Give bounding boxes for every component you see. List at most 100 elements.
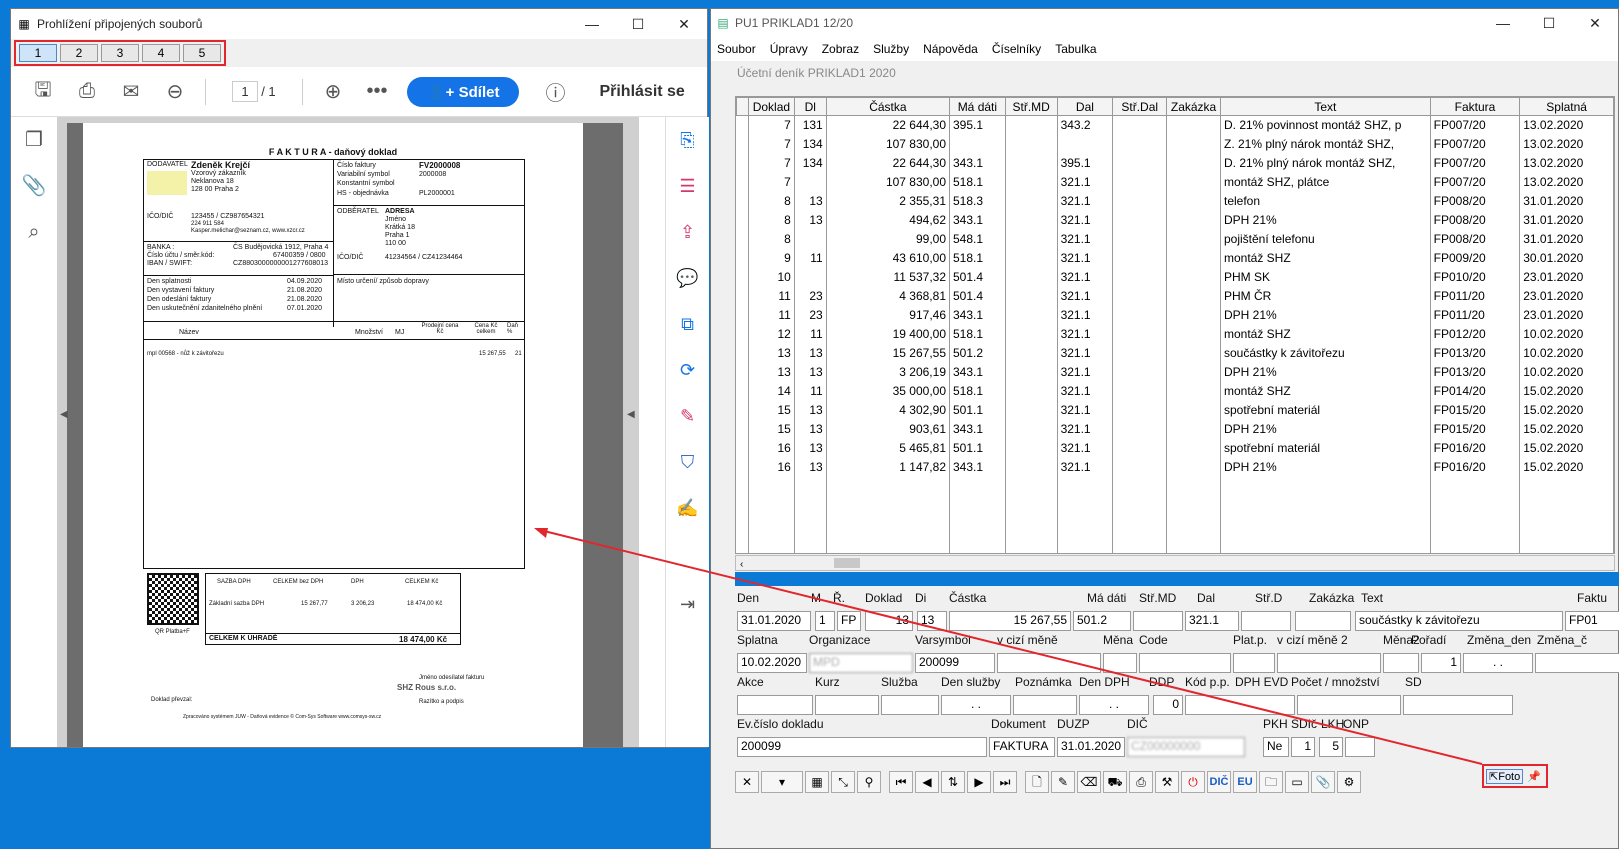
- field-splatna[interactable]: 10.02.2020: [737, 653, 807, 673]
- row-selector[interactable]: [736, 229, 749, 249]
- close-button[interactable]: ✕: [661, 16, 707, 33]
- col-header[interactable]: Faktura: [1429, 97, 1521, 116]
- table-row[interactable]: 8 13 494,62 343.1 321.1 DPH 21% FP008/20 31.01.…: [736, 210, 1614, 230]
- field-ddp[interactable]: 0: [1153, 695, 1183, 715]
- comment-icon[interactable]: 💬: [666, 255, 709, 301]
- settings-icon[interactable]: ⚙: [1337, 771, 1361, 793]
- field-onp[interactable]: [1345, 737, 1375, 757]
- row-selector[interactable]: [736, 172, 749, 192]
- foto-button[interactable]: ⇱Foto: [1486, 768, 1524, 784]
- resize-icon[interactable]: ⤡: [831, 771, 855, 793]
- field-doklad[interactable]: 13: [865, 611, 913, 631]
- scroll-left-icon[interactable]: ‹: [736, 559, 743, 570]
- field-mena2[interactable]: [1383, 653, 1419, 673]
- field-text[interactable]: součástky k závitořezu: [1355, 611, 1563, 631]
- field-poradi[interactable]: 1: [1421, 653, 1461, 673]
- field-m[interactable]: 1: [815, 611, 835, 631]
- note-icon[interactable]: ▭: [1285, 771, 1309, 793]
- col-header[interactable]: Stř.Dal: [1112, 97, 1168, 116]
- row-selector[interactable]: [736, 210, 749, 230]
- field-duzp[interactable]: 31.01.2020: [1057, 737, 1125, 757]
- field-faktura[interactable]: FP01: [1565, 611, 1619, 631]
- calculator-icon[interactable]: ▦: [805, 771, 829, 793]
- row-selector[interactable]: [736, 191, 749, 211]
- field-zmena[interactable]: . .: [1463, 653, 1533, 673]
- folder-icon[interactable]: 🗀: [1259, 771, 1283, 793]
- field-r[interactable]: FP: [837, 611, 861, 631]
- row-selector[interactable]: [736, 153, 749, 173]
- menu-soubor[interactable]: Soubor: [717, 42, 756, 56]
- col-header[interactable]: Doklad: [747, 97, 795, 116]
- row-selector[interactable]: [736, 134, 749, 154]
- sort-icon[interactable]: ⇅: [941, 771, 965, 793]
- eu-button[interactable]: EU: [1233, 771, 1257, 793]
- signature-icon[interactable]: ✍: [666, 485, 709, 531]
- table-row[interactable]: 7 134 107 830,00 Z. 21% plný nárok montáž S…: [736, 134, 1614, 154]
- page-current[interactable]: 1: [232, 81, 258, 102]
- row-selector[interactable]: [736, 419, 749, 439]
- share-button[interactable]: 👤+ Sdílet: [407, 76, 520, 107]
- menu-ciselniky[interactable]: Číselníky: [992, 42, 1041, 56]
- delete-record-icon[interactable]: ⌫: [1077, 771, 1101, 793]
- search-icon[interactable]: ⌕: [11, 209, 57, 255]
- edit-record-icon[interactable]: ✎: [1051, 771, 1075, 793]
- power-icon[interactable]: ⏻: [1181, 771, 1205, 793]
- collapse-right-icon[interactable]: ◀: [627, 409, 635, 420]
- new-record-icon[interactable]: 🗋: [1025, 771, 1049, 793]
- col-header[interactable]: Zakázka: [1166, 97, 1221, 116]
- maximize-button[interactable]: ☐: [1526, 15, 1572, 32]
- table-row[interactable]: 9 11 43 610,00 518.1 321.1 montáž SHZ FP009/20…: [736, 248, 1614, 268]
- table-row[interactable]: 10 11 537,32 501.4 321.1 PHM SK FP010/20 23.01…: [736, 267, 1614, 287]
- binoculars-icon[interactable]: ⚲: [857, 771, 881, 793]
- row-selector[interactable]: [736, 457, 749, 477]
- zoom-in-icon[interactable]: ⊕: [311, 79, 355, 104]
- field-dokument[interactable]: FAKTURA: [989, 737, 1055, 757]
- next-record-icon[interactable]: ▶: [967, 771, 991, 793]
- table-row[interactable]: 15 13 4 302,90 501.1 321.1 spotřební materiál…: [736, 400, 1614, 420]
- field-pocet[interactable]: [1297, 695, 1401, 715]
- dic-button[interactable]: DIČ: [1207, 771, 1231, 793]
- scroll-thumb[interactable]: [834, 558, 860, 568]
- field-densluzby[interactable]: . .: [941, 695, 1011, 715]
- field-dal[interactable]: 321.1: [1185, 611, 1239, 631]
- row-selector[interactable]: [736, 400, 749, 420]
- row-selector[interactable]: [736, 381, 749, 401]
- field-cizi2[interactable]: [1277, 653, 1381, 673]
- field-evcislo[interactable]: 200099: [737, 737, 987, 757]
- field-pkh[interactable]: Ne: [1263, 737, 1289, 757]
- protect-icon[interactable]: ⛉: [666, 439, 709, 485]
- col-header[interactable]: Splatná: [1519, 97, 1614, 116]
- cancel-icon[interactable]: ✕: [735, 771, 759, 793]
- menu-tabulka[interactable]: Tabulka: [1055, 42, 1096, 56]
- field-kodpp[interactable]: [1185, 695, 1295, 715]
- col-header[interactable]: Má dáti: [949, 97, 1006, 116]
- minimize-button[interactable]: —: [569, 16, 615, 32]
- col-header[interactable]: Stř.MD: [1004, 97, 1058, 116]
- field-mena[interactable]: [1103, 653, 1137, 673]
- field-castka[interactable]: 15 267,55: [949, 611, 1071, 631]
- field-sd[interactable]: [1403, 695, 1513, 715]
- table-row[interactable]: 16 13 5 465,81 501.1 321.1 spotřební materiál…: [736, 438, 1614, 458]
- file-tab-4[interactable]: 4: [142, 44, 180, 62]
- field-zmenac[interactable]: [1535, 653, 1619, 673]
- combine-icon[interactable]: ⧉: [666, 301, 709, 347]
- minimize-button[interactable]: —: [1480, 15, 1526, 31]
- collapse-panel-icon[interactable]: ⇥: [666, 581, 709, 627]
- filter-dropdown[interactable]: ▾: [761, 771, 803, 793]
- row-selector[interactable]: [736, 267, 749, 287]
- field-poznamka[interactable]: [1013, 695, 1077, 715]
- table-row[interactable]: 13 13 15 267,55 501.2 321.1 součástky k závit…: [736, 343, 1614, 363]
- row-selector[interactable]: [736, 362, 749, 382]
- field-varsymbol[interactable]: 200099: [915, 653, 995, 673]
- field-dic[interactable]: CZ00000000: [1127, 737, 1245, 757]
- field-code[interactable]: [1139, 653, 1231, 673]
- file-tab-1[interactable]: 1: [19, 44, 57, 62]
- table-row[interactable]: 11 23 917,46 343.1 321.1 DPH 21% FP011/20 23.01…: [736, 305, 1614, 325]
- table-row[interactable]: 12 11 19 400,00 518.1 321.1 montáž SHZ FP012/2…: [736, 324, 1614, 344]
- menu-napoveda[interactable]: Nápověda: [923, 42, 978, 56]
- field-sluzba[interactable]: [881, 695, 939, 715]
- print-icon[interactable]: ⎙: [1129, 771, 1153, 793]
- close-button[interactable]: ✕: [1572, 15, 1618, 32]
- row-selector[interactable]: [736, 115, 749, 135]
- menu-zobraz[interactable]: Zobraz: [822, 42, 859, 56]
